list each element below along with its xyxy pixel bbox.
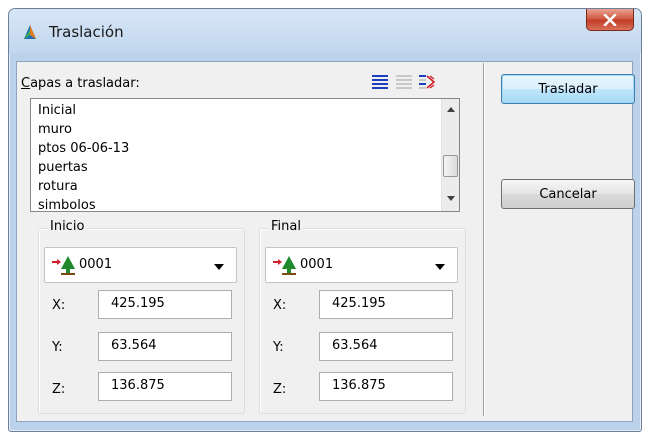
final-group-label: Final <box>269 219 303 234</box>
final-x-label: X: <box>273 298 287 313</box>
capas-label: Capas a trasladar: <box>21 76 140 91</box>
listbox-scrollbar[interactable] <box>441 99 459 211</box>
invert-selection-icon[interactable] <box>418 73 436 91</box>
app-logo-icon <box>24 25 36 39</box>
list-item[interactable]: Inicial <box>38 101 129 120</box>
select-none-icon[interactable] <box>395 73 413 91</box>
inicio-x-label: X: <box>52 298 66 313</box>
title-bar[interactable]: Traslación <box>9 9 641 53</box>
trasladar-button[interactable]: Trasladar <box>501 74 635 104</box>
inicio-point-combo[interactable]: 0001 <box>44 247 237 283</box>
cancelar-button[interactable]: Cancelar <box>501 179 635 209</box>
final-point-value: 0001 <box>300 257 334 272</box>
capas-listbox[interactable]: Inicial muro ptos 06-06-13 puertas rotur… <box>30 98 460 212</box>
final-point-combo[interactable]: 0001 <box>265 247 458 283</box>
select-all-icon[interactable] <box>371 73 389 91</box>
list-item[interactable]: muro <box>38 120 129 139</box>
scroll-thumb[interactable] <box>443 155 458 177</box>
final-z-input[interactable]: 136.875 <box>319 372 453 401</box>
scroll-up-icon[interactable] <box>447 107 455 112</box>
list-item[interactable]: simbolos <box>38 196 129 211</box>
inicio-y-label: Y: <box>52 340 63 355</box>
list-item[interactable]: puertas <box>38 158 129 177</box>
point-marker-icon <box>52 256 75 275</box>
point-marker-icon <box>273 256 296 275</box>
list-item[interactable]: rotura <box>38 177 129 196</box>
list-item[interactable]: ptos 06-06-13 <box>38 139 129 158</box>
inicio-point-value: 0001 <box>79 257 113 272</box>
inicio-x-input[interactable]: 425.195 <box>98 290 232 319</box>
scroll-down-icon[interactable] <box>447 196 455 201</box>
vertical-separator <box>483 63 485 416</box>
close-icon <box>603 13 617 26</box>
close-button[interactable] <box>586 9 634 31</box>
chevron-down-icon[interactable] <box>435 264 445 270</box>
inicio-y-input[interactable]: 63.564 <box>98 332 232 361</box>
inicio-group-label: Inicio <box>48 219 87 234</box>
chevron-down-icon[interactable] <box>214 264 224 270</box>
final-y-label: Y: <box>273 340 284 355</box>
inicio-z-input[interactable]: 136.875 <box>98 372 232 401</box>
window-title: Traslación <box>49 23 124 41</box>
final-z-label: Z: <box>273 382 287 397</box>
final-y-input[interactable]: 63.564 <box>319 332 453 361</box>
final-x-input[interactable]: 425.195 <box>319 290 453 319</box>
inicio-z-label: Z: <box>52 382 66 397</box>
